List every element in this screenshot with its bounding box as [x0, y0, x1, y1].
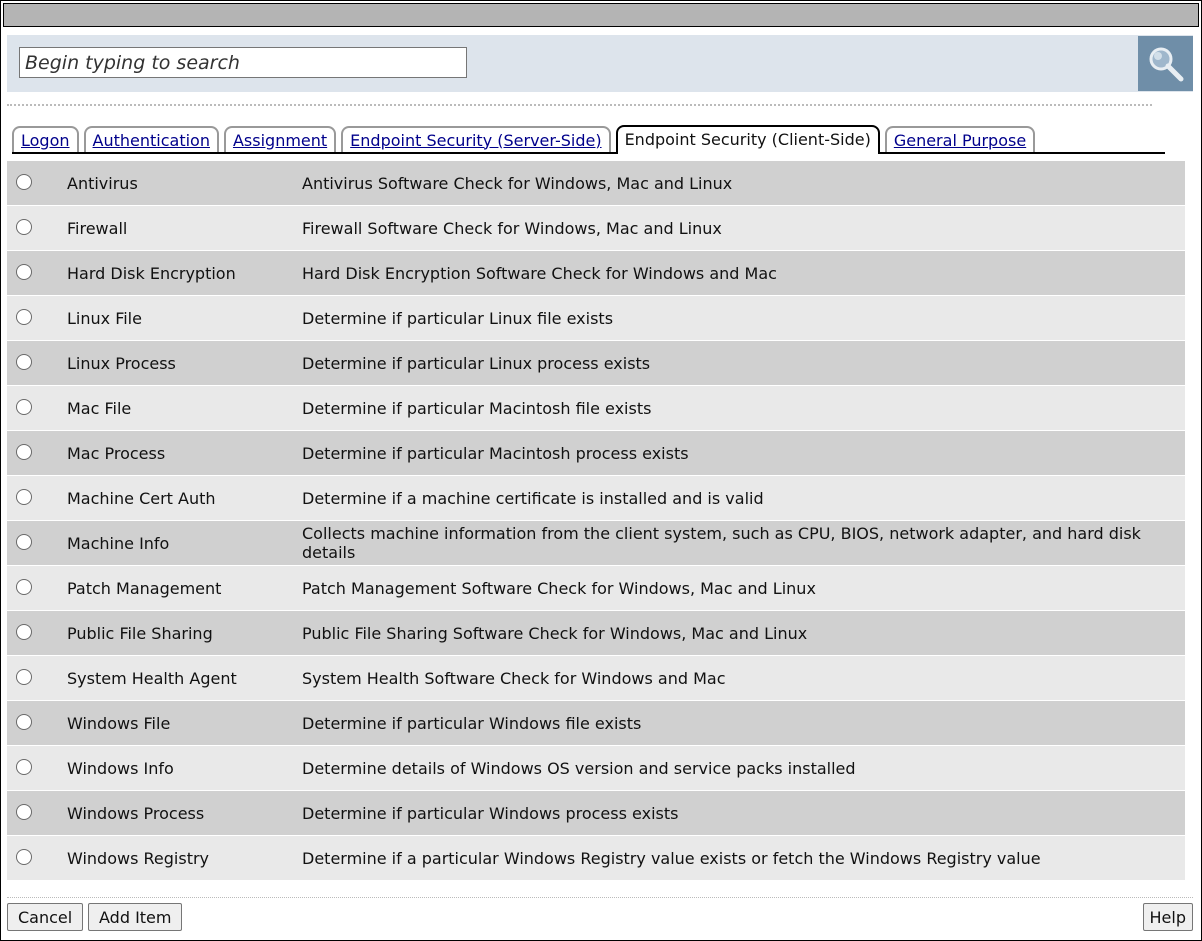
title-bar	[3, 3, 1199, 27]
item-radio[interactable]	[16, 444, 32, 460]
tab-endpoint-security-client-side[interactable]: Endpoint Security (Client-Side)	[615, 125, 880, 154]
list-item[interactable]: Machine Cert Auth Determine if a machine …	[7, 476, 1185, 520]
item-radio[interactable]	[16, 174, 32, 190]
search-icon	[1149, 47, 1183, 81]
item-radio[interactable]	[16, 759, 32, 775]
list-item[interactable]: Hard Disk Encryption Hard Disk Encryption…	[7, 251, 1185, 295]
list-item[interactable]: Windows Registry Determine if a particula…	[7, 836, 1185, 880]
list-item[interactable]: Mac Process Determine if particular Macin…	[7, 431, 1185, 475]
item-radio[interactable]	[16, 219, 32, 235]
item-description: Determine if a particular Windows Regist…	[302, 848, 1041, 868]
list-item[interactable]: Linux Process Determine if particular Lin…	[7, 341, 1185, 385]
item-name: Patch Management	[67, 578, 222, 598]
item-description: Determine if particular Macintosh proces…	[302, 443, 689, 463]
item-name: Mac Process	[67, 443, 166, 463]
item-radio[interactable]	[16, 264, 32, 280]
item-description: Determine details of Windows OS version …	[302, 758, 856, 778]
item-radio[interactable]	[16, 804, 32, 820]
item-description: Firewall Software Check for Windows, Mac…	[302, 218, 722, 238]
tab-logon[interactable]: Logon	[12, 126, 79, 152]
item-description: Determine if a machine certificate is in…	[302, 488, 764, 508]
list-item[interactable]: Linux File Determine if particular Linux …	[7, 296, 1185, 340]
item-radio[interactable]	[16, 354, 32, 370]
search-input[interactable]	[19, 47, 467, 78]
item-name: Antivirus	[67, 173, 138, 193]
item-name: Windows Info	[67, 758, 174, 778]
list-item[interactable]: Firewall Firewall Software Check for Wind…	[7, 206, 1185, 250]
item-description: Hard Disk Encryption Software Check for …	[302, 263, 777, 283]
list-item[interactable]: System Health Agent System Health Softwar…	[7, 656, 1185, 700]
tab-general-purpose[interactable]: General Purpose	[884, 126, 1036, 152]
item-radio[interactable]	[16, 714, 32, 730]
item-name: Mac File	[67, 398, 132, 418]
cancel-button[interactable]: Cancel	[7, 903, 84, 931]
item-radio[interactable]	[16, 849, 32, 865]
item-name: Firewall	[67, 218, 128, 238]
item-radio[interactable]	[16, 309, 32, 325]
list-item[interactable]: Mac File Determine if particular Macintos…	[7, 386, 1185, 430]
item-description: Determine if particular Windows file exi…	[302, 713, 642, 733]
item-description: Determine if particular Windows process …	[302, 803, 679, 823]
item-radio[interactable]	[16, 624, 32, 640]
item-radio[interactable]	[16, 399, 32, 415]
item-name: Windows Process	[67, 803, 205, 823]
separator	[7, 104, 1152, 106]
list-item[interactable]: Public File Sharing Public File Sharing S…	[7, 611, 1185, 655]
list-item[interactable]: Windows File Determine if particular Wind…	[7, 701, 1185, 745]
item-name: Linux File	[67, 308, 142, 328]
item-description: Determine if particular Linux process ex…	[302, 353, 651, 373]
item-name: Windows File	[67, 713, 171, 733]
list-item[interactable]: Windows Info Determine details of Windows…	[7, 746, 1185, 790]
item-description: Determine if particular Macintosh file e…	[302, 398, 652, 418]
list-item[interactable]: Antivirus Antivirus Software Check for Wi…	[7, 161, 1185, 205]
item-description: System Health Software Check for Windows…	[302, 668, 726, 688]
item-name: Machine Cert Auth	[67, 488, 216, 508]
item-radio[interactable]	[16, 669, 32, 685]
help-button[interactable]: Help	[1142, 903, 1193, 931]
item-name: Public File Sharing	[67, 623, 213, 643]
item-name: Machine Info	[67, 533, 170, 553]
list-item[interactable]: Machine Info Collects machine information…	[7, 521, 1185, 565]
item-description: Patch Management Software Check for Wind…	[302, 578, 816, 598]
tab-authentication[interactable]: Authentication	[83, 126, 219, 152]
item-radio[interactable]	[16, 534, 32, 550]
tab-assignment[interactable]: Assignment	[223, 126, 337, 152]
tab-bar: Logon Authentication Assignment Endpoint Se…	[12, 123, 1165, 154]
list-item[interactable]: Windows Process Determine if particular W…	[7, 791, 1185, 835]
add-item-button[interactable]: Add Item	[88, 903, 183, 931]
search-bar	[7, 35, 1193, 92]
item-name: Hard Disk Encryption	[67, 263, 236, 283]
item-list: Antivirus Antivirus Software Check for Wi…	[7, 161, 1185, 881]
item-description: Public File Sharing Software Check for W…	[302, 623, 808, 643]
item-description: Collects machine information from the cl…	[302, 524, 1141, 562]
tab-endpoint-security-server-side[interactable]: Endpoint Security (Server-Side)	[341, 126, 611, 152]
item-name: Linux Process	[67, 353, 176, 373]
item-name: Windows Registry	[67, 848, 210, 868]
item-name: System Health Agent	[67, 668, 237, 688]
footer-separator	[7, 897, 1193, 898]
item-description: Determine if particular Linux file exist…	[302, 308, 614, 328]
item-description: Antivirus Software Check for Windows, Ma…	[302, 173, 733, 193]
list-item[interactable]: Patch Management Patch Management Softwar…	[7, 566, 1185, 610]
item-radio[interactable]	[16, 579, 32, 595]
search-button[interactable]	[1138, 36, 1193, 91]
item-radio[interactable]	[16, 489, 32, 505]
